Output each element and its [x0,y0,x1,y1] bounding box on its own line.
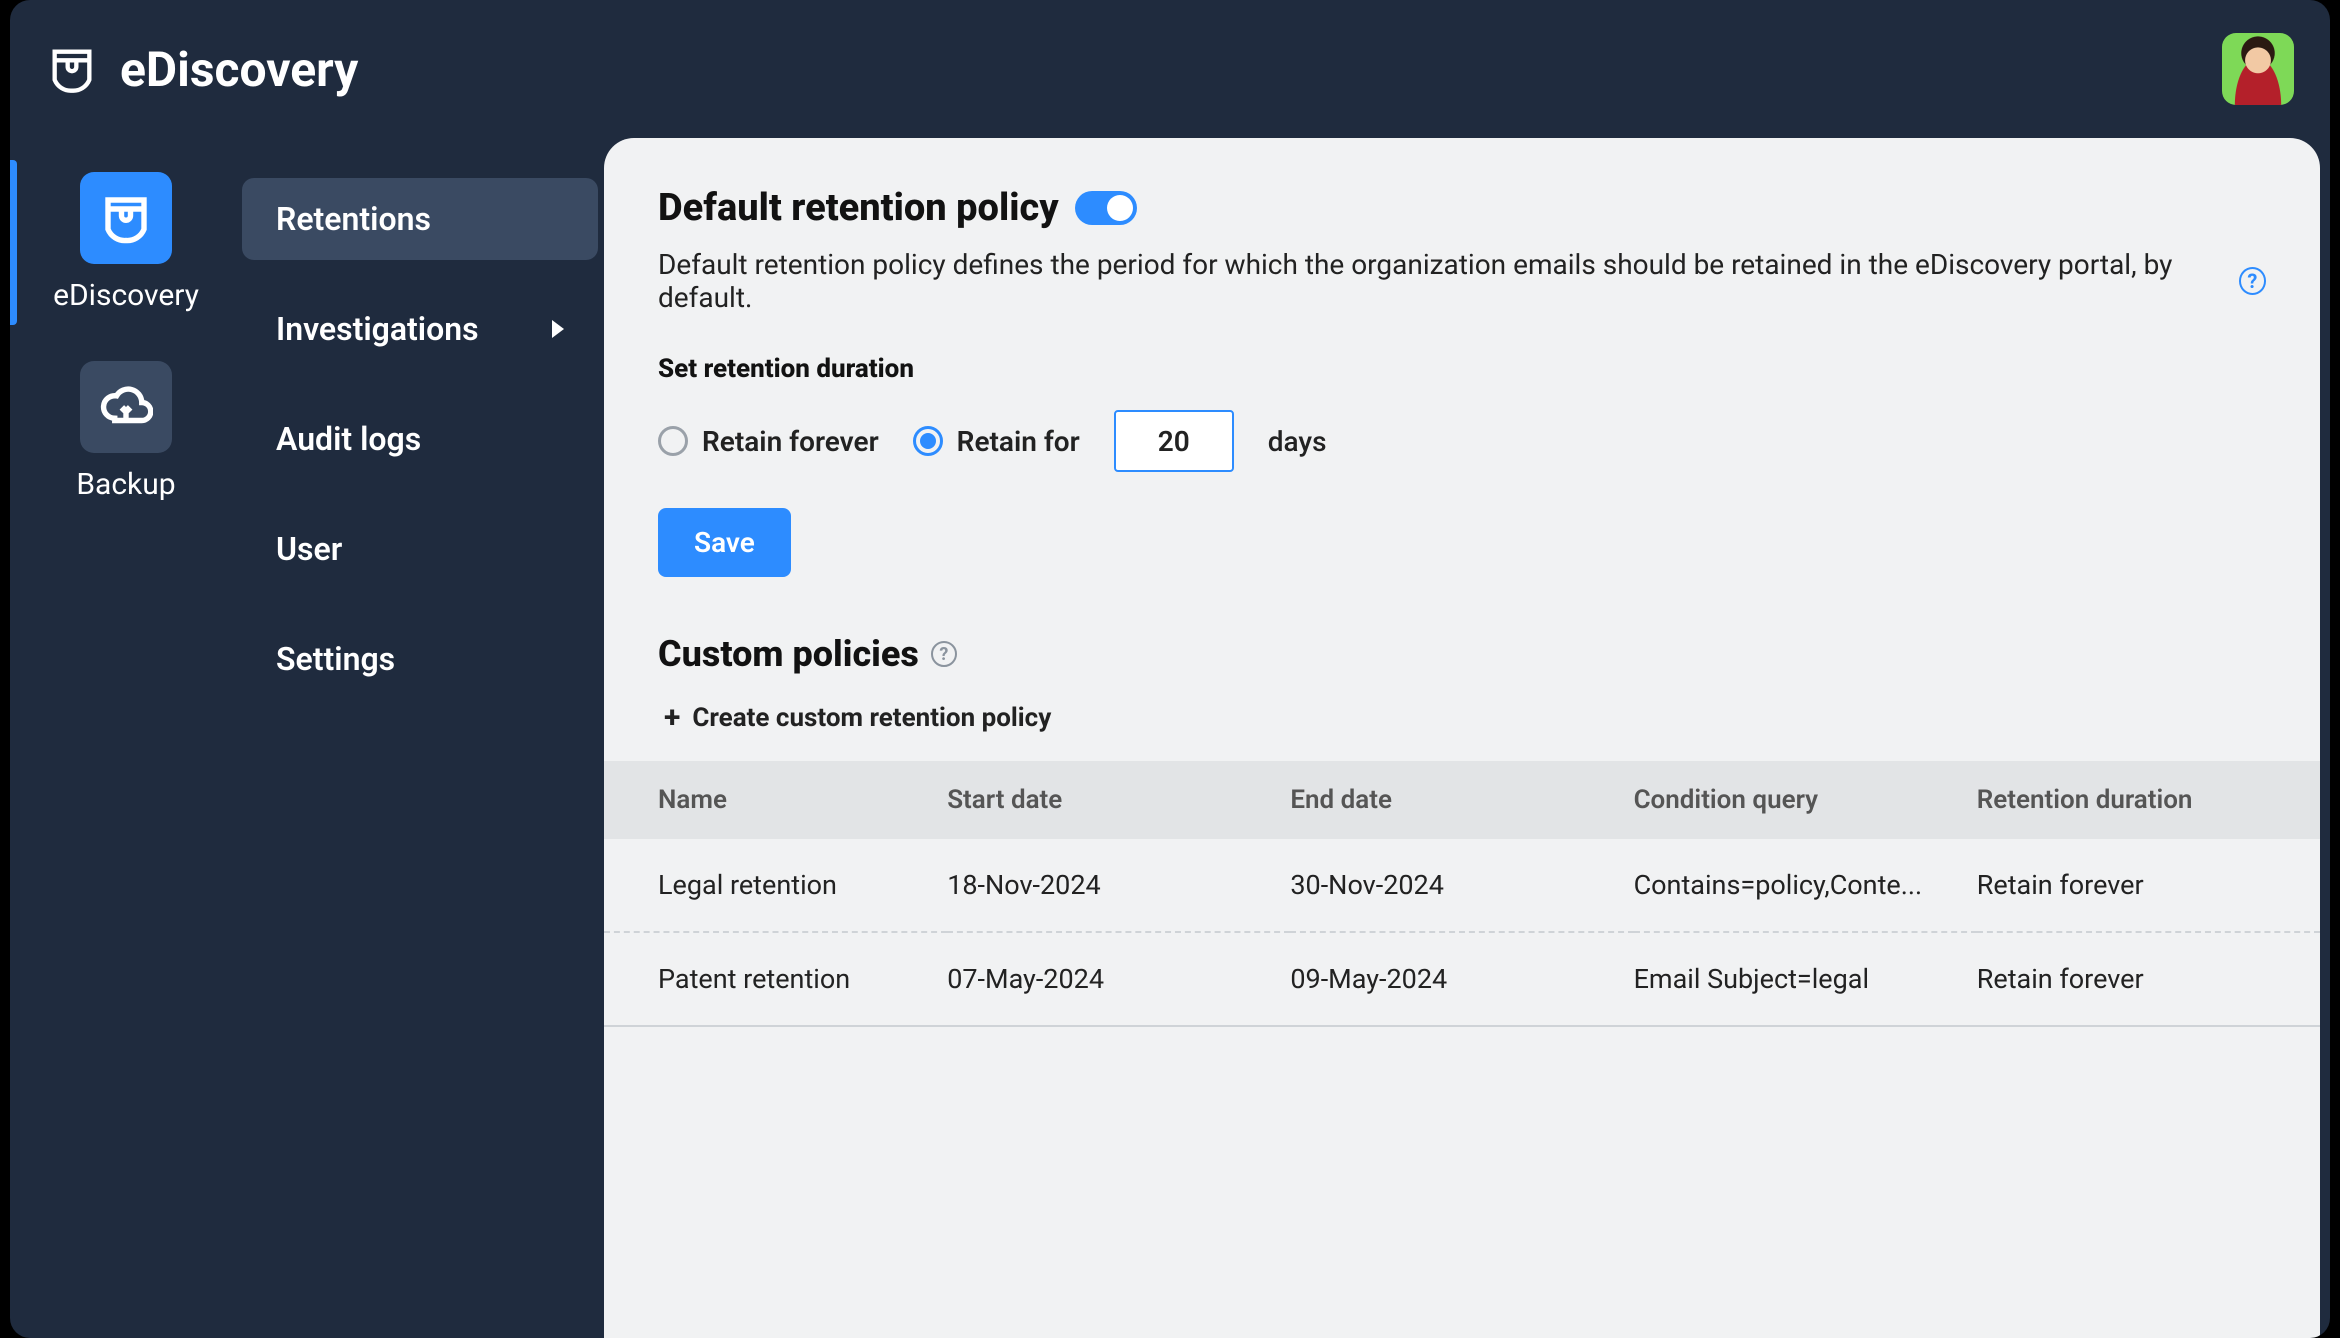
app-title: eDiscovery [120,41,358,98]
app-logo: eDiscovery [46,41,358,98]
save-button[interactable]: Save [658,508,791,577]
radio-label: Retain forever [702,425,879,458]
create-label: Create custom retention policy [692,703,1051,733]
user-avatar[interactable] [2222,33,2294,105]
cell-condition: Email Subject=legal [1634,932,1977,1026]
cell-start: 07-May-2024 [947,932,1290,1026]
radio-label: Retain for [957,425,1080,458]
page-title: Default retention policy [658,186,1059,230]
col-retention: Retention duration [1977,761,2320,839]
cell-condition: Contains=policy,Conte... [1634,839,1977,932]
col-end: End date [1290,761,1633,839]
main-panel: Default retention policy Default retenti… [604,138,2320,1338]
secnav-settings[interactable]: Settings [242,618,598,700]
secnav-label: Retentions [276,200,431,238]
cell-retention: Retain forever [1977,839,2320,932]
secnav-label: Audit logs [276,420,421,458]
unit-label: days [1268,425,1327,458]
cell-name: Patent retention [604,932,947,1026]
app-rail: eDiscovery Backup [10,148,242,526]
rail-item-backup[interactable]: Backup [10,337,242,526]
table-row[interactable]: Legal retention 18-Nov-2024 30-Nov-2024 … [604,839,2320,932]
cell-end: 09-May-2024 [1290,932,1633,1026]
app-header: eDiscovery [10,0,2330,138]
secnav-label: Investigations [276,310,479,348]
rail-item-ediscovery[interactable]: eDiscovery [10,148,242,337]
secnav-audit-logs[interactable]: Audit logs [242,398,598,480]
retain-days-input[interactable] [1114,410,1234,472]
table-header-row: Name Start date End date Condition query… [604,761,2320,839]
radio-retain-for[interactable]: Retain for [913,425,1080,458]
table-row[interactable]: Patent retention 07-May-2024 09-May-2024… [604,932,2320,1026]
plus-icon: + [664,703,680,733]
col-name: Name [604,761,947,839]
create-custom-policy-button[interactable]: + Create custom retention policy [664,703,2266,733]
radio-icon [658,426,688,456]
secnav-label: Settings [276,640,395,678]
policy-description: Default retention policy defines the per… [658,248,2229,314]
cell-end: 30-Nov-2024 [1290,839,1633,932]
custom-policies-title: Custom policies [658,633,919,675]
custom-policies-table: Name Start date End date Condition query… [604,761,2320,1027]
cell-start: 18-Nov-2024 [947,839,1290,932]
secnav-retentions[interactable]: Retentions [242,178,598,260]
help-icon[interactable]: ? [931,641,957,667]
radio-retain-forever[interactable]: Retain forever [658,425,879,458]
section-nav: Retentions Investigations Audit logs Use… [242,178,598,700]
chevron-right-icon [552,320,564,338]
help-icon[interactable]: ? [2239,267,2266,295]
secnav-investigations[interactable]: Investigations [242,288,598,370]
rail-label-ediscovery: eDiscovery [53,278,199,313]
secnav-label: User [276,530,342,568]
policy-toggle[interactable] [1075,191,1137,225]
cell-retention: Retain forever [1977,932,2320,1026]
ediscovery-logo-icon [46,43,98,95]
backup-icon [80,361,172,453]
col-start: Start date [947,761,1290,839]
rail-label-backup: Backup [76,467,175,502]
secnav-user[interactable]: User [242,508,598,590]
radio-icon [913,426,943,456]
duration-section-label: Set retention duration [658,354,2266,384]
col-condition: Condition query [1634,761,1977,839]
cell-name: Legal retention [604,839,947,932]
ediscovery-icon [80,172,172,264]
